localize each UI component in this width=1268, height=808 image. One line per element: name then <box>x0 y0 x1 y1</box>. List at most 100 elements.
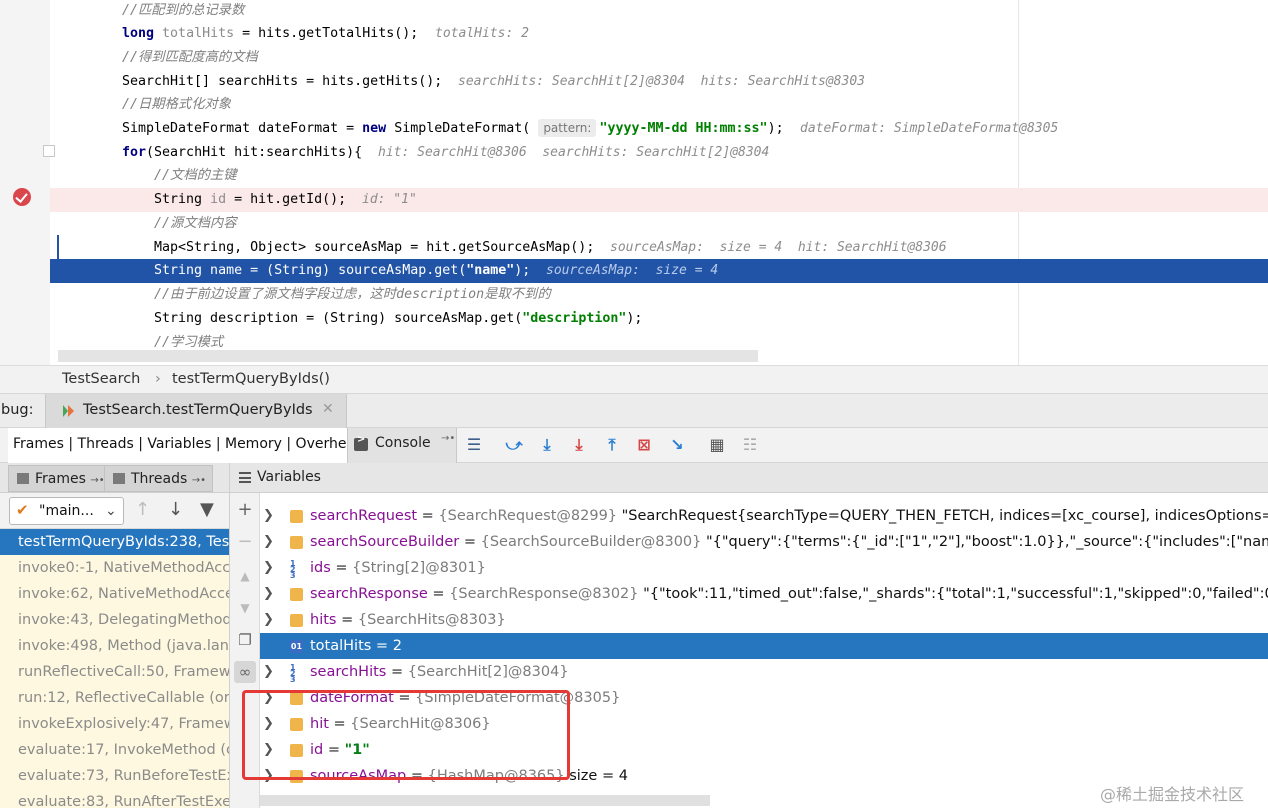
remove-watch-icon[interactable]: − <box>234 531 256 553</box>
breadcrumb: TestSearch › testTermQueryByIds() <box>0 365 1268 393</box>
code-line[interactable]: String description = (String) sourceAsMa… <box>50 307 1268 331</box>
code-line[interactable]: SearchHit[] searchHits = hits.getHits();… <box>50 70 1268 94</box>
frame-row[interactable]: evaluate:83, RunAfterTestExecution <box>0 789 229 808</box>
code-line[interactable]: String name = (String) sourceAsMap.get("… <box>50 259 1268 283</box>
code-token: (SearchHit hit:searchHits){ <box>146 145 363 160</box>
variable-row[interactable]: ❯ 1 2 3 searchHits = {SearchHit[2]@8304} <box>260 659 1268 685</box>
threads-tab[interactable]: Threads →• <box>104 465 213 492</box>
breadcrumb-class[interactable]: TestSearch <box>62 371 140 387</box>
expand-arrow-icon[interactable]: ❯ <box>263 555 275 581</box>
editor-horizontal-scrollbar[interactable] <box>58 350 758 362</box>
move-up-icon[interactable]: ▲ <box>234 565 256 587</box>
frame-row[interactable]: run:12, ReflectiveCallable (org.junit) <box>0 685 229 711</box>
code-token: for <box>122 145 147 160</box>
inline-debug-value: dateFormat: SimpleDateFormat@8305 <box>800 121 1059 136</box>
code-line-text: long totalHits = hits.getTotalHits(); <box>122 22 418 46</box>
code-line[interactable]: //得到匹配度高的文档 <box>50 46 1268 70</box>
code-line[interactable]: //匹配到的总记录数 <box>50 0 1268 23</box>
primitive-icon: 01 <box>290 640 303 653</box>
add-watch-icon[interactable]: + <box>234 499 256 521</box>
variable-value: 2 <box>392 638 402 654</box>
variable-row[interactable]: ❯ 1 2 3 ids = {String[2]@8301} <box>260 555 1268 581</box>
variable-row[interactable]: 01 totalHits = 2 <box>260 633 1268 659</box>
thread-selector[interactable]: ✔ "main... ⌄ <box>9 497 124 525</box>
frame-row[interactable]: invoke0:-1, NativeMethodAccessorImpl <box>0 555 229 581</box>
debugger-tabs[interactable]: Frames | Threads | Variables | Memory | … <box>8 428 369 463</box>
code-token: Map<String, Object> sourceAsMap = hit.ge… <box>122 240 595 255</box>
variable-row[interactable]: ❯ searchResponse = {SearchResponse@8302} … <box>260 581 1268 607</box>
array-icon: 123 <box>290 663 296 684</box>
expand-arrow-icon[interactable]: ❯ <box>263 581 275 607</box>
pin-icon[interactable]: →• <box>441 433 455 444</box>
editor-gutter[interactable] <box>0 0 50 365</box>
move-down-icon[interactable]: ▼ <box>234 597 256 619</box>
debug-session-tab[interactable]: TestSearch.testTermQueryByIds ✕ <box>45 394 347 428</box>
pin-icon[interactable]: →• <box>90 475 104 486</box>
show-watches-icon[interactable]: ∞ <box>234 661 256 683</box>
code-line[interactable]: //文档的主键 <box>50 164 1268 188</box>
frame-row[interactable]: testTermQueryByIds:238, TestSearch <box>0 529 229 555</box>
pin-icon[interactable]: →• <box>192 475 206 486</box>
variable-row[interactable]: ❯ searchSourceBuilder = {SearchSourceBuil… <box>260 529 1268 555</box>
variable-row[interactable]: ❯ searchRequest = {SearchRequest@8299} "S… <box>260 503 1268 529</box>
frame-row[interactable]: invoke:498, Method (java.lang.reflect) <box>0 633 229 659</box>
arrow-up-icon[interactable]: ↑ <box>135 499 150 520</box>
run-to-cursor-icon[interactable]: ↘ <box>666 434 688 456</box>
variable-type: {SearchSourceBuilder@8300} <box>480 534 702 550</box>
step-over-icon[interactable]: ⤻ <box>503 434 525 456</box>
breakpoint-icon[interactable] <box>13 188 31 206</box>
code-line[interactable]: SimpleDateFormat dateFormat = new Simple… <box>50 117 1268 141</box>
code-token: = hits.getTotalHits(); <box>234 26 419 41</box>
code-line[interactable]: //日期格式化对象 <box>50 93 1268 117</box>
code-line[interactable]: for(SearchHit hit:searchHits){hit: Searc… <box>50 141 1268 165</box>
expand-arrow-icon[interactable]: ❯ <box>263 659 275 685</box>
debug-session-label: TestSearch.testTermQueryByIds <box>83 402 313 418</box>
code-token: "name" <box>466 263 515 278</box>
drop-frame-icon[interactable]: ⊠ <box>633 434 655 456</box>
code-line-text: //源文档内容 <box>122 212 237 236</box>
evaluate-expression-icon[interactable]: ▦ <box>706 434 728 456</box>
expand-arrow-icon[interactable]: ❯ <box>263 607 275 633</box>
variables-horizontal-scrollbar[interactable] <box>260 795 710 806</box>
inline-debug-value: sourceAsMap: size = 4 <box>546 263 719 278</box>
variable-name: searchSourceBuilder <box>310 534 460 550</box>
highlight-box <box>242 690 570 780</box>
code-line-text: String id = hit.getId(); <box>122 188 346 212</box>
close-icon[interactable]: ✕ <box>322 401 334 417</box>
arrow-down-icon[interactable]: ↓ <box>168 499 183 520</box>
frame-row[interactable]: evaluate:17, InvokeMethod (org.junit) <box>0 737 229 763</box>
code-line[interactable]: Map<String, Object> sourceAsMap = hit.ge… <box>50 236 1268 260</box>
code-line[interactable]: //由于前边设置了源文档字段过虑，这时description是取不到的 <box>50 283 1268 307</box>
trace-icon[interactable]: ☷ <box>739 434 761 456</box>
expand-arrow-icon[interactable]: ❯ <box>263 529 275 555</box>
array-icon: 123 <box>290 559 296 580</box>
step-into-icon[interactable]: ⤓ <box>536 434 558 456</box>
code-token: String name = (String) sourceAsMap.get( <box>122 263 467 278</box>
console-tab[interactable]: Console →• <box>347 428 457 463</box>
frame-row[interactable]: runReflectiveCall:50, FrameworkMethod <box>0 659 229 685</box>
code-line[interactable]: long totalHits = hits.getTotalHits(); tot… <box>50 22 1268 46</box>
code-comment: //文档的主键 <box>122 168 237 183</box>
code-line[interactable]: String id = hit.getId(); id: "1" <box>50 188 1268 212</box>
frames-tab[interactable]: Frames →• <box>8 465 112 492</box>
restore-layout-icon[interactable]: ☰ <box>463 434 485 456</box>
frame-row[interactable]: evaluate:73, RunBeforeTestExecution <box>0 763 229 789</box>
force-step-into-icon[interactable]: ⤓ <box>568 434 590 456</box>
breadcrumb-method[interactable]: testTermQueryByIds() <box>172 371 330 387</box>
variable-row[interactable]: ❯ hits = {SearchHits@8303} <box>260 607 1268 633</box>
frame-row[interactable]: invoke:43, DelegatingMethodAccessorImpl <box>0 607 229 633</box>
code-token: ); <box>626 311 643 326</box>
copy-icon[interactable]: ❐ <box>234 629 256 651</box>
variable-text: searchHits = {SearchHit[2]@8304} <box>310 664 569 680</box>
code-line-text: //匹配到的总记录数 <box>122 0 244 23</box>
code-line[interactable]: //源文档内容 <box>50 212 1268 236</box>
variable-value: size = 4 <box>569 768 628 784</box>
threads-tab-label: Threads <box>131 471 188 487</box>
code-editor[interactable]: //匹配到的总记录数 long totalHits = hits.getTotal… <box>0 0 1268 365</box>
frame-row[interactable]: invokeExplosively:47, FrameworkMethod <box>0 711 229 737</box>
frame-list: testTermQueryByIds:238, TestSearchinvoke… <box>0 529 229 808</box>
step-out-icon[interactable]: ⤒ <box>601 434 623 456</box>
expand-arrow-icon[interactable]: ❯ <box>263 503 275 529</box>
frame-row[interactable]: invoke:62, NativeMethodAccessorImpl <box>0 581 229 607</box>
filter-icon[interactable]: ▼ <box>200 499 214 520</box>
